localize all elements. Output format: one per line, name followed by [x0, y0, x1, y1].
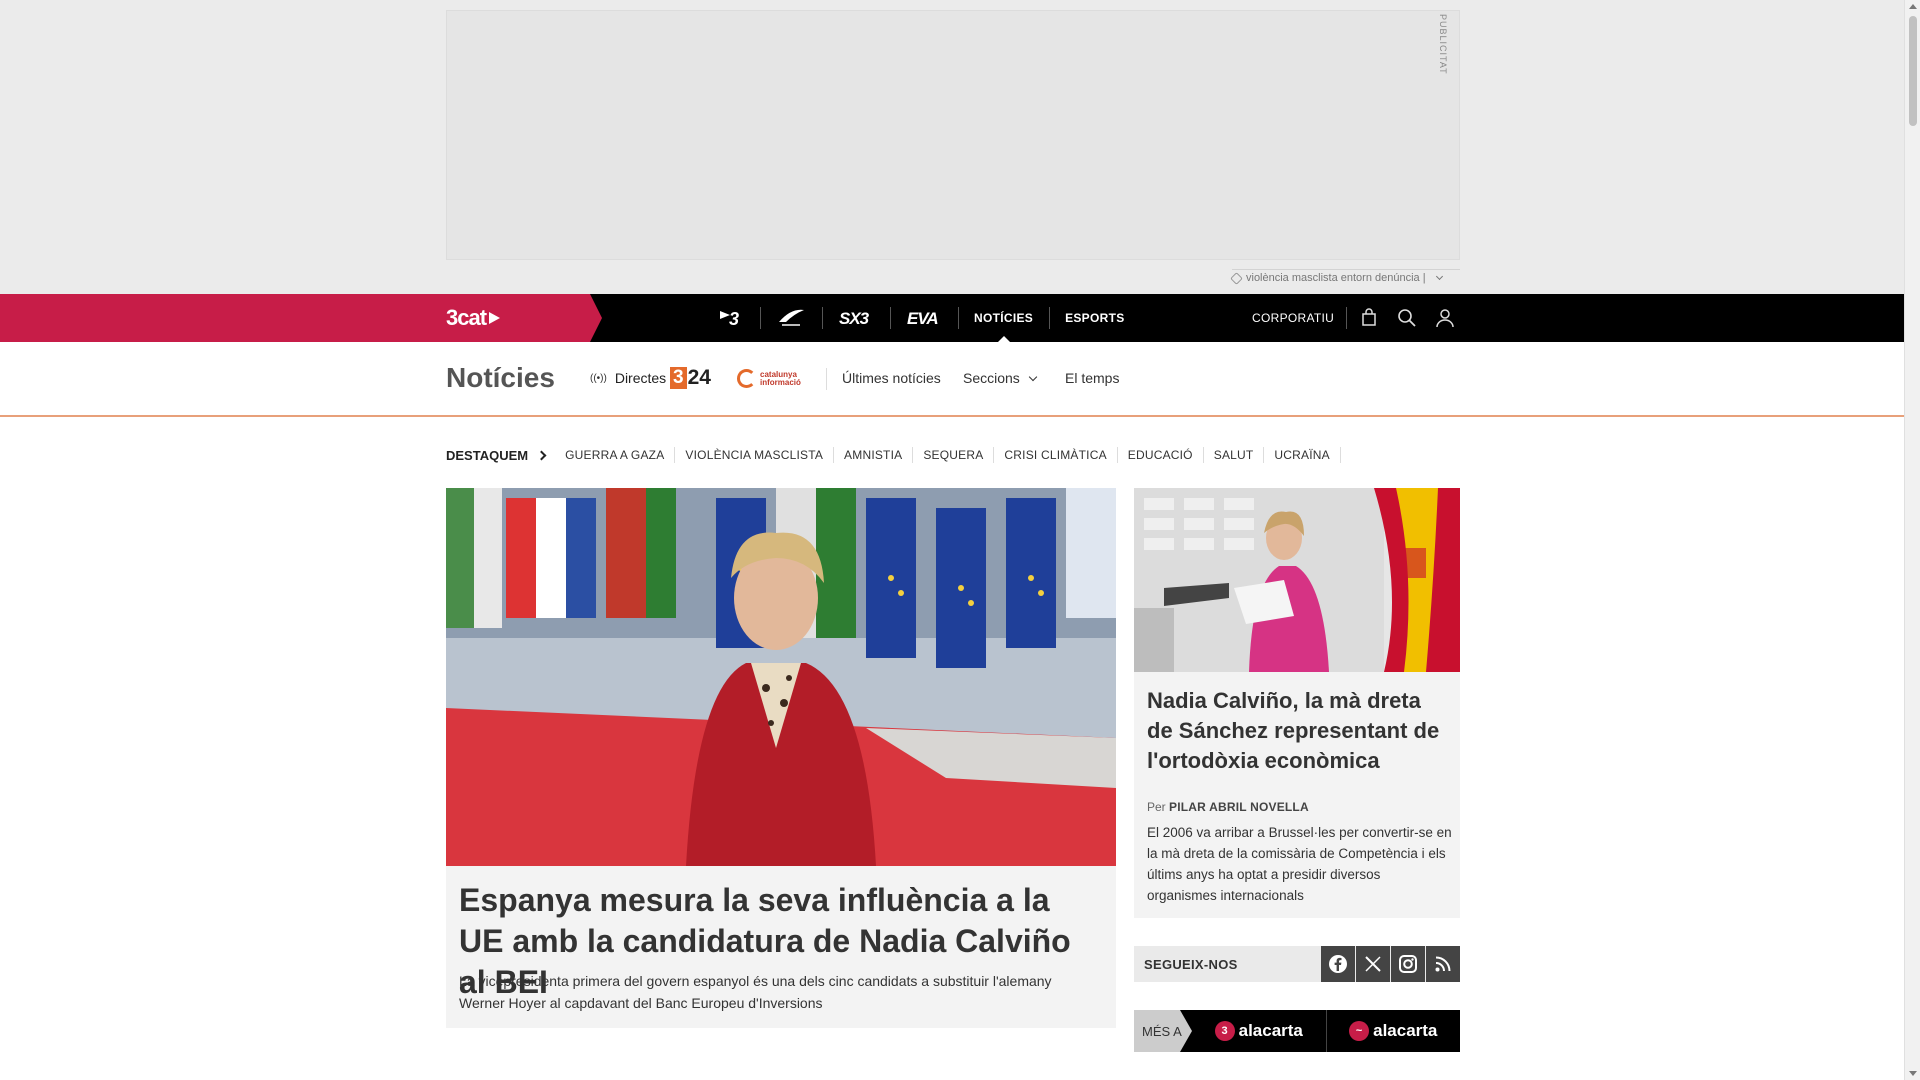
- follow-us-bar: SEGUEIX-NOS: [1134, 946, 1460, 982]
- highlight-item[interactable]: GUERRA A GAZA: [555, 447, 676, 463]
- x-glyph: [1365, 956, 1381, 972]
- ad-report-text: violència masclista entorn denúncia |: [1246, 272, 1426, 284]
- 324-logo-box: 3: [670, 367, 687, 389]
- catalunya-informacio-words: catalunya informació: [760, 370, 801, 387]
- x-icon[interactable]: [1356, 946, 1390, 982]
- follow-us-label: SEGUEIX-NOS: [1144, 956, 1238, 972]
- nav-el-temps[interactable]: El temps: [1065, 370, 1119, 386]
- facebook-glyph: [1329, 955, 1347, 973]
- highlight-item[interactable]: SALUT: [1204, 447, 1265, 463]
- channel-catradio[interactable]: [760, 294, 822, 342]
- scroll-down-arrow-icon[interactable]: [1909, 1071, 1917, 1076]
- side-article-title[interactable]: Nadia Calviño, la mà dreta de Sánchez re…: [1147, 686, 1447, 776]
- nav-ultimes-noticies[interactable]: Últimes notícies: [842, 370, 941, 386]
- alacarta-label: alacarta: [1238, 1021, 1303, 1040]
- highlights-title-label: DESTAQUEM: [446, 447, 529, 463]
- catalunya-informacio-logo[interactable]: catalunya informació: [737, 369, 801, 388]
- channel-eva[interactable]: EVA: [890, 294, 958, 342]
- corporate-link[interactable]: CORPORATIU: [1252, 294, 1334, 342]
- eva-logo-icon: EVA: [907, 309, 939, 328]
- highlight-item[interactable]: CRISI CLIMÀTICA: [994, 447, 1118, 463]
- 324-logo[interactable]: 3 24: [670, 366, 711, 390]
- search-icon[interactable]: [1396, 307, 1418, 329]
- tv3-logo-icon: 3: [720, 309, 740, 329]
- channel-sx3[interactable]: SX3: [822, 294, 890, 342]
- alacarta-label: alacarta: [1373, 1021, 1438, 1040]
- side-article-author: Per PILAR ABRIL NOVELLA: [1147, 800, 1309, 814]
- sx3-logo-icon: SX3: [839, 309, 871, 328]
- side-photo: [1134, 488, 1460, 672]
- scroll-thumb[interactable]: [1909, 16, 1917, 126]
- top-navigation-bar: 3cat 3 SX3 EVA NOTÍCIES ESPORTS CORPORAT…: [0, 294, 1904, 342]
- highlight-item[interactable]: SEQUERA: [913, 447, 995, 463]
- section-header: Notícies ((•)) Directes 3 24 catalunya i…: [0, 342, 1904, 417]
- facebook-icon[interactable]: [1321, 946, 1355, 982]
- rss-glyph: [1435, 956, 1451, 972]
- 3cat-logo[interactable]: 3cat: [446, 305, 501, 331]
- side-article-image[interactable]: [1134, 488, 1460, 672]
- side-article-card[interactable]: Nadia Calviño, la mà dreta de Sánchez re…: [1134, 672, 1460, 918]
- catalunya-informacio-icon: [737, 369, 756, 388]
- brand-name: 3cat: [446, 305, 487, 330]
- chevron-down-icon: [1028, 372, 1038, 382]
- main-article-card[interactable]: Espanya mesura la seva influència a la U…: [446, 866, 1116, 1028]
- highlight-item[interactable]: AMNISTIA: [834, 447, 914, 463]
- svg-text:SX3: SX3: [839, 309, 870, 328]
- directes-label: Directes: [614, 370, 667, 386]
- logo-line-2: informació: [760, 377, 801, 387]
- author-prefix: Per: [1147, 800, 1166, 814]
- directes-link[interactable]: ((•)) Directes: [590, 370, 666, 386]
- user-icon[interactable]: [1434, 307, 1456, 329]
- nav-seccions[interactable]: Seccions: [963, 370, 1038, 386]
- highlight-item[interactable]: EDUCACIÓ: [1118, 447, 1204, 463]
- main-article-lead: La vicepresidenta primera del govern esp…: [459, 973, 1052, 1011]
- ad-report-link[interactable]: violència masclista entorn denúncia |: [1230, 271, 1443, 285]
- shopping-bag-icon[interactable]: [1358, 307, 1380, 329]
- play-icon: [489, 312, 501, 324]
- alacarta-bar: MÉS A 3 alacarta ~ alacarta: [1134, 1010, 1460, 1052]
- channel-noticies[interactable]: NOTÍCIES: [958, 294, 1049, 342]
- rss-icon[interactable]: [1426, 946, 1460, 982]
- ad-area: PUBLICITAT violència masclista entorn de…: [0, 0, 1904, 294]
- page-title[interactable]: Notícies: [446, 362, 555, 394]
- instagram-icon[interactable]: [1391, 946, 1425, 982]
- instagram-glyph: [1399, 955, 1417, 973]
- svg-text:3: 3: [729, 309, 739, 329]
- highlights-bar: DESTAQUEM GUERRA A GAZA VIOLÈNCIA MASCLI…: [446, 447, 1341, 463]
- divider: [1346, 307, 1347, 329]
- highlight-item[interactable]: VIOLÈNCIA MASCLISTA: [675, 447, 835, 463]
- live-radio-icon: ((•)): [590, 372, 607, 384]
- page-scrollbar[interactable]: [1904, 0, 1920, 1080]
- svg-text:EVA: EVA: [907, 309, 938, 328]
- tv3-icon: 3: [1214, 1021, 1235, 1041]
- channel-list: 3 SX3 EVA NOTÍCIES ESPORTS: [702, 294, 1141, 342]
- author-name[interactable]: PILAR ABRIL NOVELLA: [1169, 800, 1309, 814]
- ad-divider: [1232, 269, 1460, 270]
- catradio-icon: ~: [1349, 1021, 1370, 1041]
- brand-block: [0, 294, 602, 342]
- channel-tv3[interactable]: 3: [702, 294, 760, 342]
- channel-esports[interactable]: ESPORTS: [1049, 294, 1140, 342]
- 324-logo-text: 24: [687, 366, 711, 389]
- main-photo: [446, 488, 1116, 866]
- tag-icon: [1230, 271, 1243, 285]
- chevron-down-icon: [1435, 272, 1443, 280]
- catradio-logo-icon: [779, 309, 804, 326]
- mes-a-label: MÉS A: [1134, 1010, 1192, 1052]
- ad-label: PUBLICITAT: [1438, 14, 1448, 75]
- ad-banner[interactable]: [446, 10, 1460, 260]
- scroll-up-arrow-icon[interactable]: [1909, 4, 1917, 9]
- alacarta-catradio-link[interactable]: ~ alacarta: [1325, 1010, 1461, 1052]
- main-article-image[interactable]: [446, 488, 1116, 866]
- chevron-right-icon: [536, 450, 547, 460]
- highlights-title[interactable]: DESTAQUEM: [446, 447, 547, 463]
- highlight-item[interactable]: UCRAÏNA: [1264, 447, 1341, 463]
- nav-seccions-label: Seccions: [963, 370, 1020, 386]
- alacarta-tv3-link[interactable]: 3 alacarta: [1192, 1010, 1326, 1052]
- side-article-lead: El 2006 va arribar a Brussel·les per con…: [1147, 825, 1452, 903]
- divider: [826, 368, 827, 390]
